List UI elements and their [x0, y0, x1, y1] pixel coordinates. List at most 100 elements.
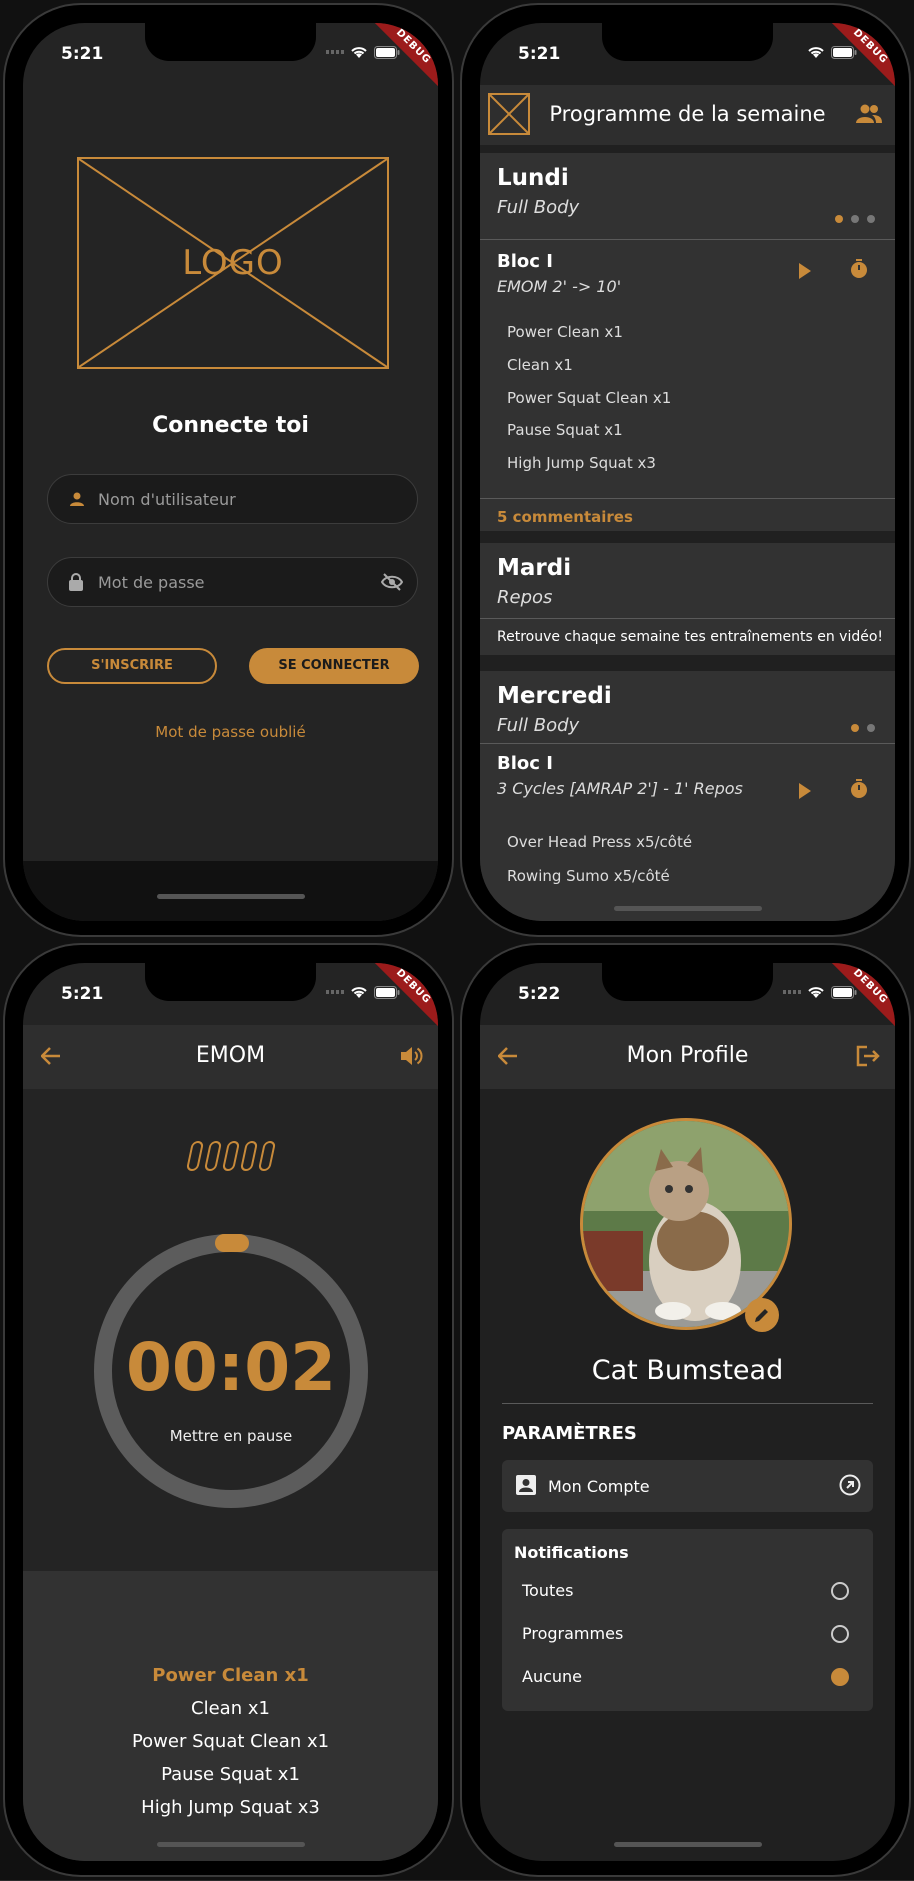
status-bar: 5:21 [480, 23, 895, 83]
notifications-panel: Notifications Toutes Programmes Aucune [502, 1529, 873, 1711]
people-icon[interactable] [855, 103, 883, 129]
day-name: Mardi [497, 555, 572, 581]
radio-toutes[interactable] [831, 1582, 849, 1600]
status-bar: 5:21 [23, 963, 438, 1023]
page-title: Connecte toi [152, 413, 309, 438]
battery-icon [374, 45, 400, 59]
day-name: Lundi [497, 165, 569, 191]
login-button[interactable]: SE CONNECTER [249, 648, 419, 684]
timer-ring[interactable]: 00:02 Mettre en pause [91, 1231, 371, 1511]
page-title: Programme de la semaine [549, 102, 826, 126]
home-indicator[interactable] [157, 1842, 305, 1847]
wifi-icon [350, 985, 368, 999]
app-bar: Programme de la semaine [480, 85, 895, 145]
password-input[interactable] [98, 558, 358, 606]
logout-icon[interactable] [855, 1045, 881, 1071]
exercise-item: Clean x1 [507, 356, 573, 374]
timer-display: 00:02 [125, 1329, 337, 1406]
radio-programmes[interactable] [831, 1625, 849, 1643]
option-toutes[interactable]: Toutes [522, 1581, 573, 1600]
bloc-title: Bloc I [497, 753, 553, 774]
page-indicator [835, 215, 875, 223]
status-time: 5:21 [61, 44, 104, 64]
register-button[interactable]: S'INSCRIRE [47, 648, 217, 684]
day-card-mercredi: Mercredi Full Body Bloc I 3 Cycles [AMRA… [480, 671, 895, 921]
day-type: Full Body [497, 197, 580, 218]
divider [480, 498, 895, 499]
phone-bezel: 5:21 DEBUG EMOM 00:02 Mettre en pause Po… [3, 943, 454, 1877]
password-field[interactable] [47, 557, 418, 607]
wifi-icon [807, 45, 825, 59]
home-indicator[interactable] [614, 906, 762, 911]
volume-icon[interactable] [400, 1045, 424, 1071]
exercise-item: Power Squat Clean x1 [131, 1731, 330, 1752]
forgot-password-link[interactable]: Mot de passe oublié [23, 723, 438, 741]
exercise-item: Pause Squat x1 [161, 1764, 300, 1785]
status-time: 5:21 [61, 984, 104, 1004]
option-aucune[interactable]: Aucune [522, 1667, 582, 1686]
pencil-icon [753, 1306, 771, 1328]
exercise-item: High Jump Squat x3 [141, 1797, 320, 1818]
logo-placeholder: LOGO [77, 157, 389, 369]
app-bar: Mon Profile [480, 1025, 895, 1089]
emom-phone: 5:21 DEBUG EMOM 00:02 Mettre en pause Po… [0, 940, 457, 1880]
logo-text: LOGO [182, 243, 284, 283]
current-exercise: Power Clean x1 [152, 1665, 309, 1686]
status-bar: 5:22 [480, 963, 895, 1023]
account-tile[interactable]: Mon Compte [502, 1460, 873, 1512]
signal-icon [326, 50, 344, 54]
info-text: Retrouve chaque semaine tes entraînement… [497, 629, 884, 645]
exercise-panel: Power Clean x1 Clean x1 Power Squat Clea… [23, 1571, 438, 1861]
wifi-icon [350, 45, 368, 59]
program-phone: 5:21 DEBUG Programme de la semaine Lundi… [457, 0, 914, 940]
username-field[interactable] [47, 474, 418, 524]
divider [480, 239, 895, 240]
page-indicator [851, 724, 875, 732]
day-name: Mercredi [497, 683, 612, 709]
emom-screen: 5:21 DEBUG EMOM 00:02 Mettre en pause Po… [23, 963, 438, 1861]
comments-link[interactable]: 5 commentaires [497, 508, 633, 526]
status-time: 5:21 [518, 44, 561, 64]
phone-bezel: 5:22 DEBUG Mon Profile Cat Bumstead PARA… [460, 943, 911, 1877]
exercise-item: High Jump Squat x3 [507, 454, 656, 472]
exercise-item: Pause Squat x1 [507, 421, 623, 439]
user-icon [68, 490, 86, 512]
day-type: Repos [497, 587, 553, 608]
day-card-lundi: Lundi Full Body Bloc I EMOM 2' -> 10' Po… [480, 153, 895, 531]
option-programmes[interactable]: Programmes [522, 1624, 623, 1643]
round-indicators [23, 1141, 438, 1175]
pause-button[interactable]: Mettre en pause [91, 1427, 371, 1445]
battery-icon [831, 45, 857, 59]
page-title: Mon Profile [626, 1043, 749, 1068]
edit-avatar-button[interactable] [745, 1298, 779, 1332]
exercise-item: Rowing Sumo x5/côté [507, 867, 670, 885]
timer-icon[interactable] [850, 259, 868, 283]
signal-icon [326, 990, 344, 994]
phone-bezel: 5:21 DEBUG LOGO Connecte toi Nom d'utili… [3, 3, 454, 937]
app-bar: EMOM [23, 1025, 438, 1089]
open-link-icon[interactable] [839, 1474, 861, 1500]
play-icon[interactable] [799, 783, 811, 799]
username-input[interactable] [98, 475, 358, 523]
section-title: PARAMÈTRES [502, 1423, 637, 1444]
divider [502, 1403, 873, 1404]
battery-icon [831, 985, 857, 999]
play-icon[interactable] [799, 263, 811, 279]
exercise-item: Power Squat Clean x1 [507, 389, 672, 407]
status-time: 5:22 [518, 984, 561, 1004]
battery-icon [374, 985, 400, 999]
bloc-subtitle: EMOM 2' -> 10' [497, 277, 622, 296]
bloc-subtitle: 3 Cycles [AMRAP 2'] - 1' Repos [497, 779, 743, 798]
visibility-off-icon[interactable] [380, 572, 404, 596]
radio-aucune[interactable] [831, 1668, 849, 1686]
exercise-item: Clean x1 [191, 1698, 270, 1719]
divider [480, 743, 895, 744]
home-indicator[interactable] [157, 894, 305, 899]
divider [480, 618, 895, 619]
bottom-area [23, 861, 438, 921]
phone-bezel: 5:21 DEBUG Programme de la semaine Lundi… [460, 3, 911, 937]
timer-icon[interactable] [850, 779, 868, 803]
profile-screen: 5:22 DEBUG Mon Profile Cat Bumstead PARA… [480, 963, 895, 1861]
exercise-item: Over Head Press x5/côté [507, 833, 693, 851]
home-indicator[interactable] [614, 1842, 762, 1847]
